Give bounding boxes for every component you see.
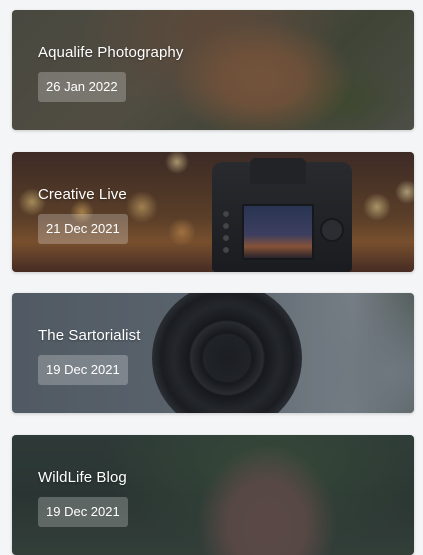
card-title: The Sartorialist [38, 327, 141, 344]
blog-card-aqualife-photography[interactable]: Aqualife Photography 26 Jan 2022 [12, 10, 414, 130]
date-badge: 21 Dec 2021 [38, 214, 128, 244]
blog-card-creative-live[interactable]: Creative Live 21 Dec 2021 [12, 152, 414, 272]
date-badge: 26 Jan 2022 [38, 72, 126, 102]
card-title: WildLife Blog [38, 469, 127, 486]
blog-card-list: Aqualife Photography 26 Jan 2022 Creativ… [0, 0, 423, 555]
date-badge: 19 Dec 2021 [38, 355, 128, 385]
card-title: Creative Live [38, 186, 127, 203]
card-title: Aqualife Photography [38, 44, 184, 61]
blog-card-wildlife-blog[interactable]: WildLife Blog 19 Dec 2021 [12, 435, 414, 555]
blog-card-the-sartorialist[interactable]: The Sartorialist 19 Dec 2021 [12, 293, 414, 413]
date-badge: 19 Dec 2021 [38, 497, 128, 527]
